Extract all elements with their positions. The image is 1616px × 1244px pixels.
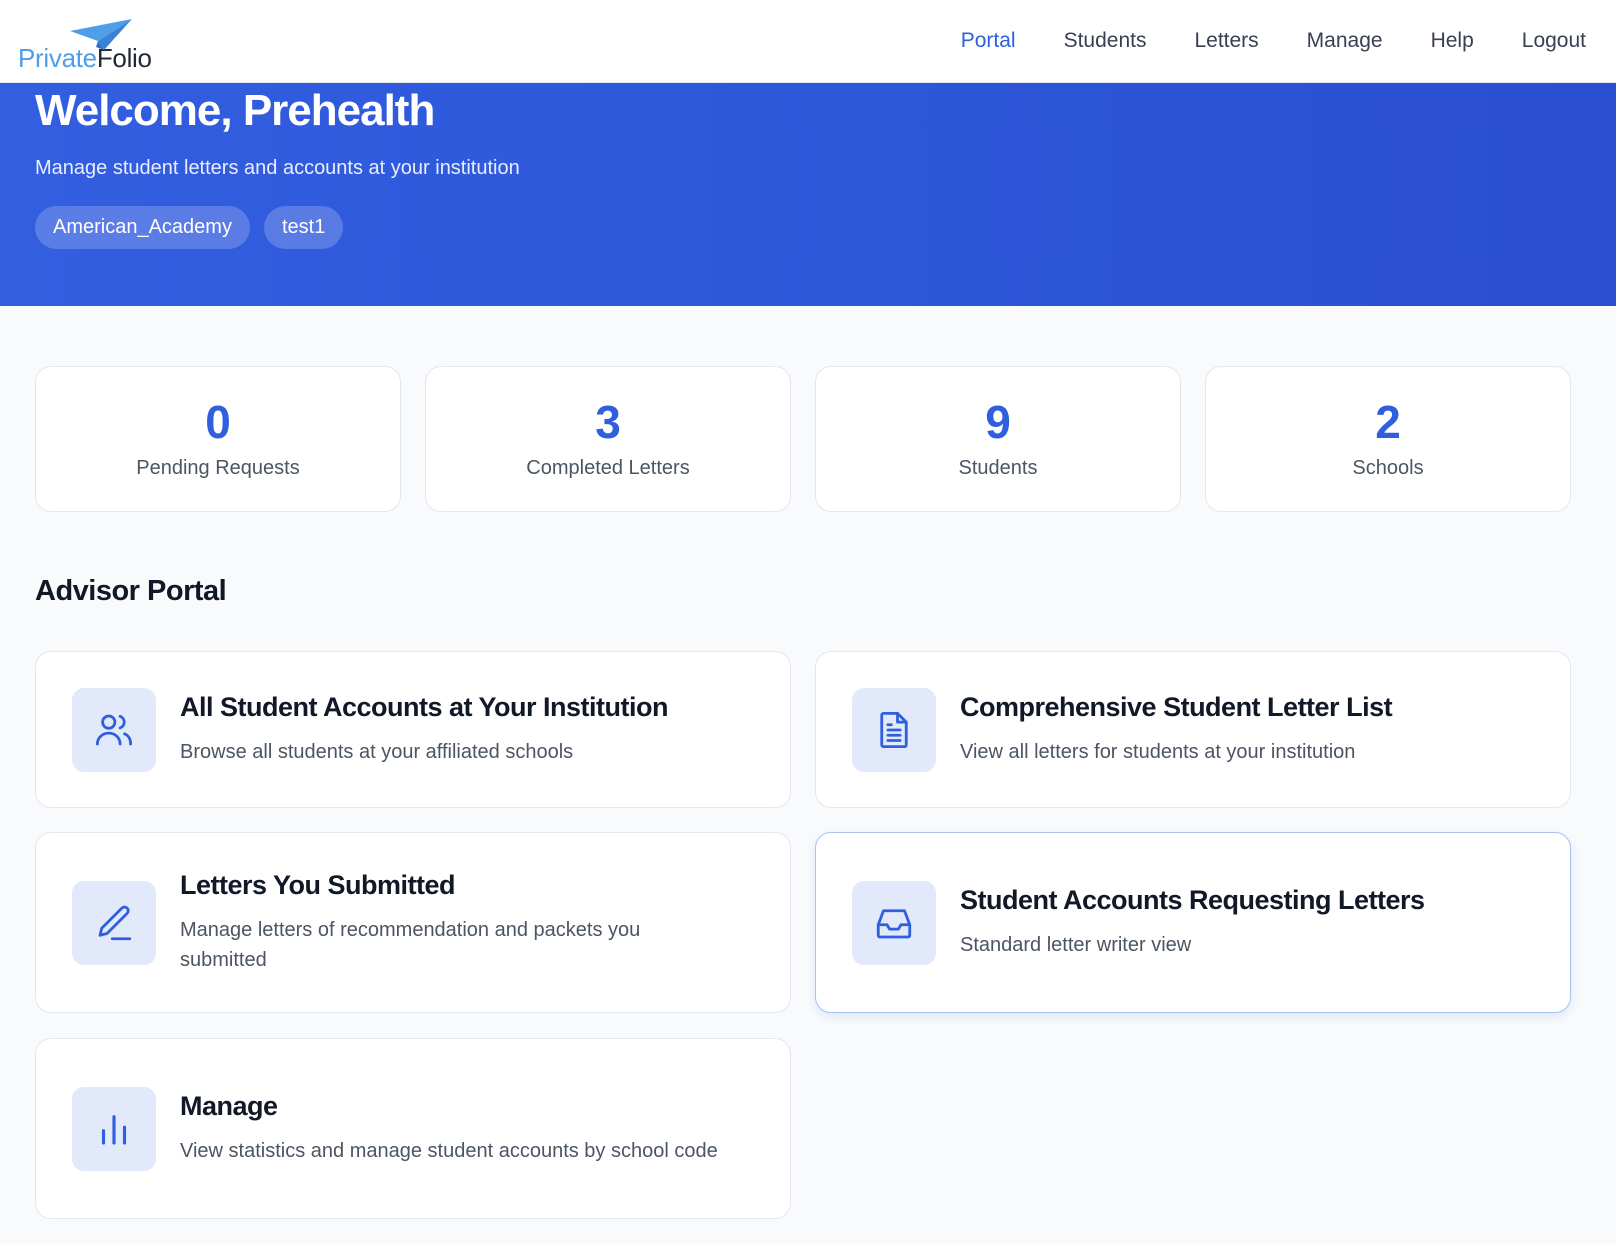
institution-tag: American_Academy [35,206,250,250]
stat-value: 9 [985,395,1011,448]
top-navbar: PrivateFolio Portal Students Letters Man… [0,0,1616,83]
card-letter-list[interactable]: Comprehensive Student Letter List View a… [815,651,1571,808]
logo[interactable]: PrivateFolio [18,11,152,71]
nav-portal[interactable]: Portal [961,29,1016,53]
nav-help[interactable]: Help [1431,29,1474,53]
card-text: Comprehensive Student Letter List View a… [960,692,1393,767]
card-title: Student Accounts Requesting Letters [960,885,1425,915]
document-icon [880,711,908,748]
stat-label: Pending Requests [136,456,300,479]
page: PrivateFolio Portal Students Letters Man… [0,0,1616,1244]
card-requesting-letters[interactable]: Student Accounts Requesting Letters Stan… [815,832,1571,1013]
card-manage[interactable]: Manage View statistics and manage studen… [35,1038,791,1219]
card-description: View statistics and manage student accou… [180,1140,718,1162]
bar-chart-icon [101,1114,127,1145]
card-description: Manage letters of recommendation and pac… [180,919,641,971]
card-title: Manage [180,1091,278,1121]
stat-students: 9 Students [815,366,1181,512]
card-text: Manage View statistics and manage studen… [180,1091,718,1166]
institution-tag: test1 [263,206,344,250]
paper-plane-icon [70,19,132,50]
nav-students[interactable]: Students [1064,29,1147,53]
stat-value: 2 [1375,395,1401,448]
stats-row: 0 Pending Requests 3 Completed Letters 9… [35,366,1571,512]
card-icon-box [72,880,156,965]
stat-label: Schools [1352,456,1424,479]
nav-manage[interactable]: Manage [1307,29,1383,53]
welcome-subtitle: Manage student letters and accounts at y… [35,157,520,180]
card-icon-box [852,687,936,772]
stat-pending-requests: 0 Pending Requests [35,366,401,512]
stat-label: Completed Letters [526,456,690,479]
card-text: Letters You Submitted Manage letters of … [180,870,700,975]
card-icon-box [72,687,156,772]
card-icon-box [72,1086,156,1171]
card-icon-box [852,880,936,965]
card-title: Comprehensive Student Letter List [960,692,1393,722]
card-description: View all letters for students at your in… [960,741,1356,763]
card-all-student-accounts[interactable]: All Student Accounts at Your Institution… [35,651,791,808]
institution-tags: American_Academy test1 [35,206,1581,250]
welcome-title: Welcome, Prehealth [35,86,435,135]
nav-logout[interactable]: Logout [1522,29,1586,53]
card-text: All Student Accounts at Your Institution… [180,692,669,767]
card-title: Letters You Submitted [180,870,456,900]
nav-links: Portal Students Letters Manage Help Logo… [913,29,1586,53]
card-text: Student Accounts Requesting Letters Stan… [960,885,1425,960]
card-description: Browse all students at your affiliated s… [180,741,574,763]
users-icon [95,714,133,745]
card-title: All Student Accounts at Your Institution [180,692,669,722]
stat-value: 3 [595,395,621,448]
inbox-icon [876,908,912,938]
nav-letters[interactable]: Letters [1194,29,1258,53]
stat-value: 0 [205,395,231,448]
section-title: Advisor Portal [35,575,227,607]
card-letters-submitted[interactable]: Letters You Submitted Manage letters of … [35,832,791,1013]
stat-completed-letters: 3 Completed Letters [425,366,791,512]
stat-schools: 2 Schools [1205,366,1571,512]
stat-label: Students [958,456,1038,479]
welcome-banner: Welcome, Prehealth Manage student letter… [0,83,1616,306]
pen-icon [98,905,132,940]
card-description: Standard letter writer view [960,934,1192,956]
